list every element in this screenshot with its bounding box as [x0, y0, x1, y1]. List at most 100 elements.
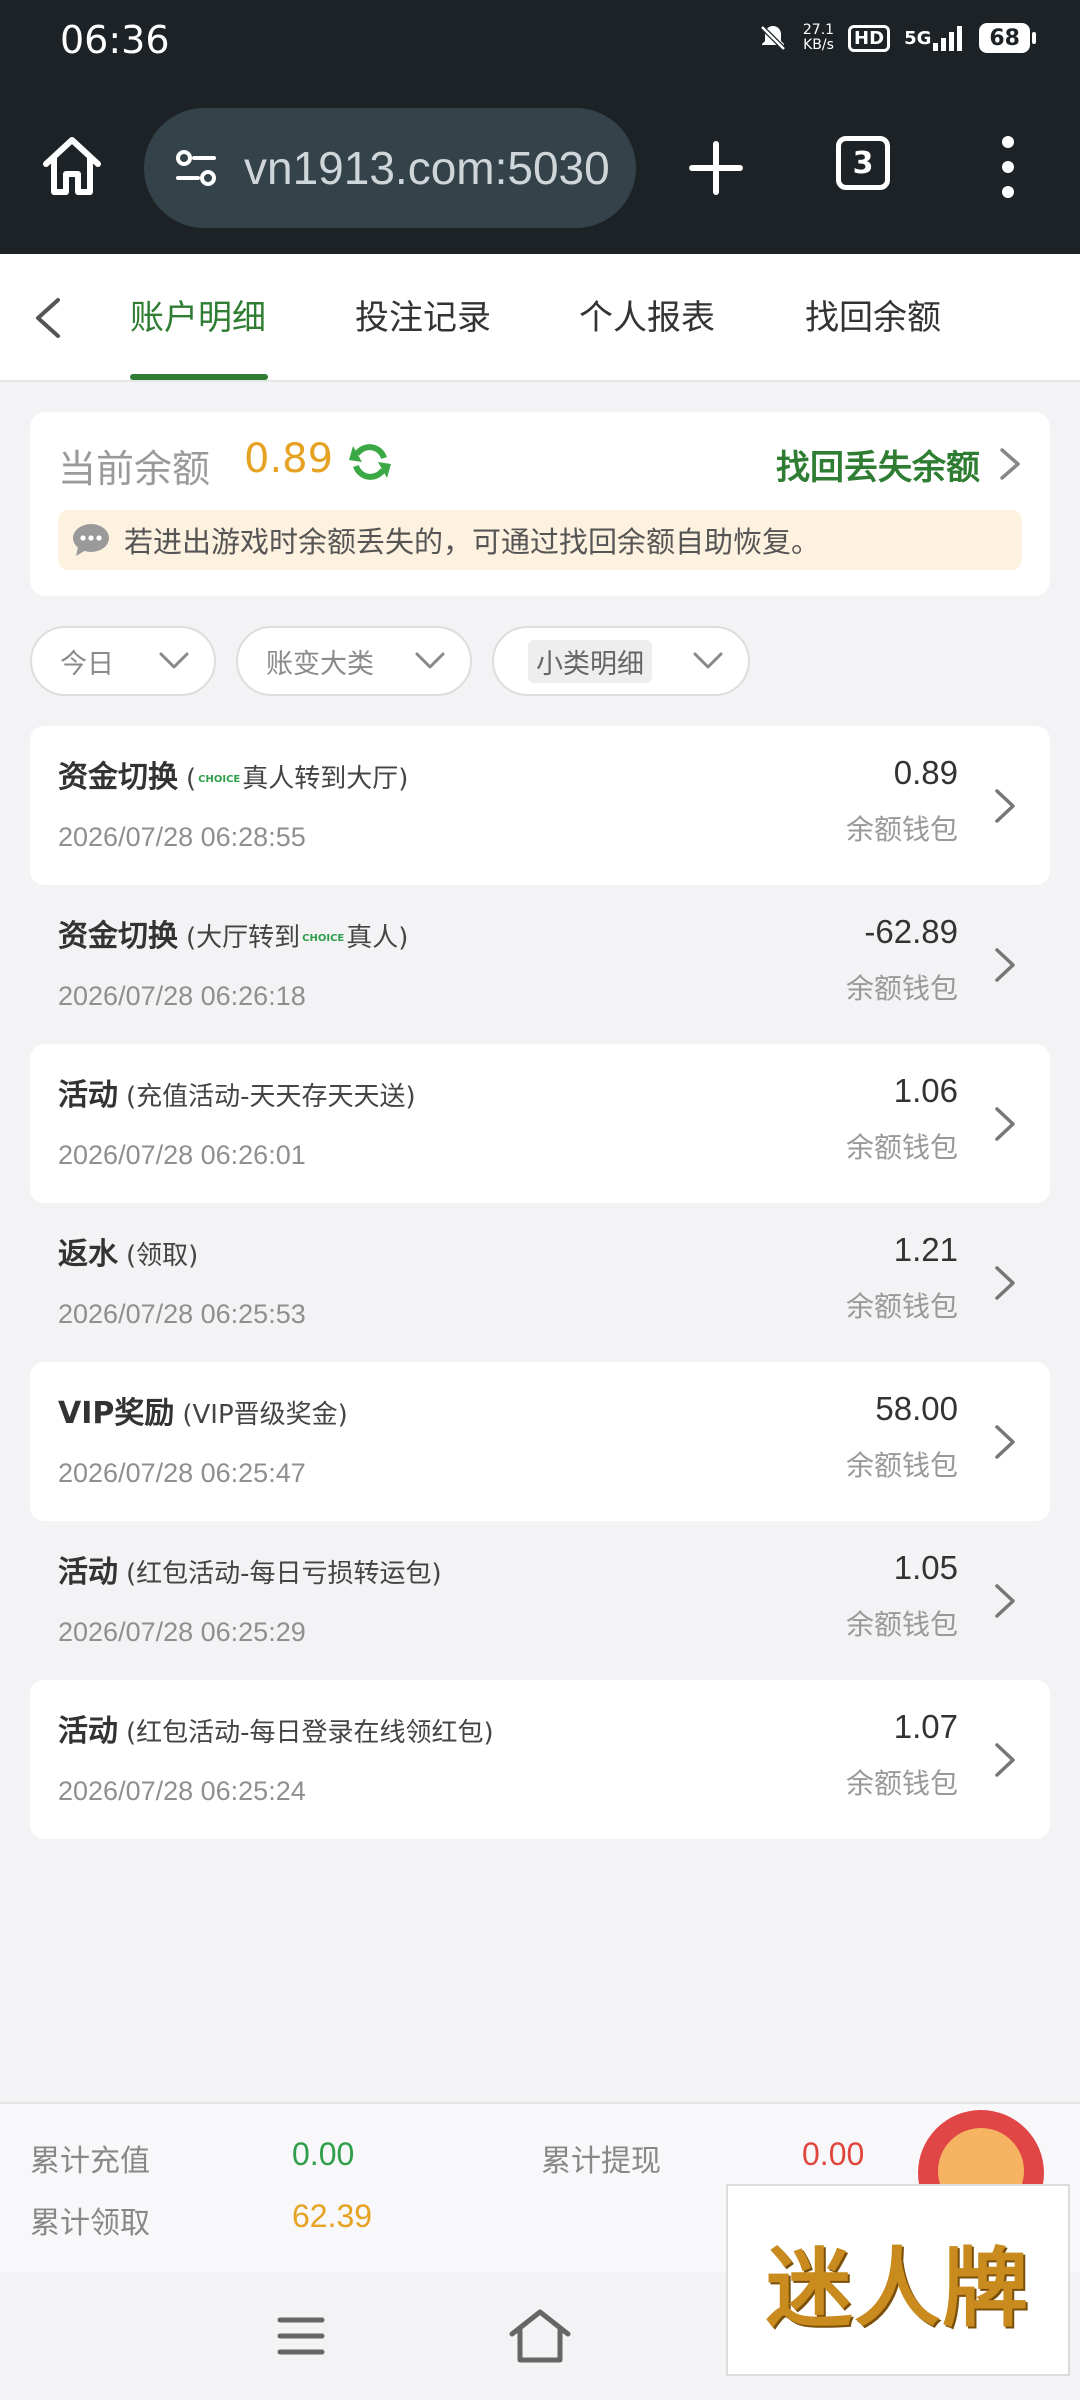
transaction-detail-post: 真人转到大厅) [242, 764, 409, 794]
transaction-detail: (CHOICE真人转到大厅) [186, 764, 408, 794]
filter-subcategory-label: 小类明细 [528, 639, 652, 683]
transaction-detail-post: 真人) [346, 923, 409, 953]
home-icon[interactable] [36, 130, 108, 202]
url-bar[interactable]: vn1913.com:5030 [144, 108, 636, 228]
transaction-time: 2026/07/28 06:25:29 [58, 1617, 306, 1647]
filter-date[interactable]: 今日 [30, 626, 216, 696]
balance-card: 当前余额 0.89 找回丢失余额 若进出游戏时余额丢失的，可通过找回余额自助恢复… [30, 412, 1050, 596]
recharge-value: 0.00 [292, 2136, 355, 2172]
transaction-detail: (充值活动-天天存天天送) [126, 1082, 416, 1112]
transaction-row[interactable]: VIP奖励 (VIP晋级奖金) 2026/07/28 06:25:47 58.00… [30, 1362, 1050, 1521]
recover-notice: 若进出游戏时余额丢失的，可通过找回余额自助恢复。 [58, 510, 1022, 570]
transaction-wallet: 余额钱包 [845, 1131, 958, 1164]
transaction-amount: 58.00 [875, 1390, 958, 1427]
transaction-detail: (红包活动-每日亏损转运包) [126, 1559, 442, 1589]
page-tabs: 账户明细 投注记录 个人报表 找回余额 [0, 254, 1080, 382]
transaction-amount: 1.05 [893, 1549, 958, 1586]
transaction-title: 活动 (红包活动-每日登录在线领红包) [58, 1706, 494, 1750]
status-time: 06:36 [60, 18, 170, 62]
transaction-detail: (VIP晋级奖金) [182, 1400, 348, 1430]
transaction-time: 2026/07/28 06:25:24 [58, 1776, 306, 1806]
net-speed: 27.1 KB/s [802, 22, 835, 53]
plus-icon[interactable] [686, 138, 746, 198]
bell-off-icon [760, 25, 786, 51]
transaction-amount: 0.89 [893, 754, 958, 791]
transaction-wallet: 余额钱包 [845, 1608, 958, 1641]
chat-bubble-icon [73, 524, 109, 556]
transaction-row[interactable]: 活动 (红包活动-每日亏损转运包) 2026/07/28 06:25:29 1.0… [30, 1521, 1050, 1680]
transaction-detail-pre: (大厅转到 [186, 923, 301, 953]
status-icons: 27.1 KB/s HD 5G 68 [757, 22, 1036, 54]
network-type: 5G [904, 27, 932, 49]
transaction-row[interactable]: 活动 (红包活动-每日登录在线领红包) 2026/07/28 06:25:24 1… [30, 1680, 1050, 1839]
url-text[interactable]: vn1913.com:5030 [244, 141, 610, 195]
transaction-row[interactable]: 资金切换 (CHOICE真人转到大厅) 2026/07/28 06:28:55 0… [30, 726, 1050, 885]
tabs-icon[interactable]: 3 [836, 136, 890, 190]
transaction-amount: 1.07 [893, 1708, 958, 1745]
balance-value: 0.89 [244, 436, 334, 482]
tab-account-details[interactable]: 账户明细 [130, 290, 266, 339]
withdraw-label: 累计提现 [541, 2144, 661, 2179]
transaction-amount: 1.21 [893, 1231, 958, 1268]
chevron-right-icon[interactable] [992, 786, 1018, 826]
transaction-wallet: 余额钱包 [845, 1290, 958, 1323]
transaction-time: 2026/07/28 06:26:01 [58, 1140, 306, 1170]
transaction-title: VIP奖励 (VIP晋级奖金) [58, 1388, 348, 1432]
home-icon[interactable] [508, 2308, 572, 2364]
transaction-detail: (领取) [126, 1241, 199, 1271]
transaction-type: 活动 [58, 1555, 118, 1590]
more-vert-icon[interactable] [990, 132, 1026, 202]
transaction-title: 资金切换 (大厅转到 CHOICE真人) [58, 911, 408, 955]
transaction-type: 活动 [58, 1714, 118, 1749]
chevron-right-icon[interactable] [992, 1104, 1018, 1144]
transaction-wallet: 余额钱包 [845, 972, 958, 1005]
hd-icon: HD [848, 24, 891, 52]
chevron-right-icon[interactable] [998, 446, 1022, 482]
balance-label: 当前余额 [58, 447, 211, 491]
transaction-wallet: 余额钱包 [845, 1767, 958, 1800]
transaction-type: 资金切换 [58, 919, 178, 954]
tab-personal-report[interactable]: 个人报表 [579, 290, 715, 339]
transaction-row[interactable]: 返水 (领取) 2026/07/28 06:25:53 1.21 余额钱包 [30, 1203, 1050, 1362]
transaction-detail: (红包活动-每日登录在线领红包) [126, 1718, 494, 1748]
chevron-right-icon[interactable] [992, 1581, 1018, 1621]
chevron-right-icon[interactable] [992, 1263, 1018, 1303]
withdraw-value: 0.00 [802, 2136, 865, 2172]
menu-icon[interactable] [276, 2314, 326, 2358]
recover-lost-balance-link[interactable]: 找回丢失余额 [776, 440, 980, 489]
signal-icon: 5G [904, 25, 965, 51]
battery-icon: 68 [979, 23, 1036, 53]
chevron-down-icon [415, 652, 445, 669]
watermark-text: 迷人牌 [766, 2237, 1030, 2339]
active-tab-indicator [130, 374, 268, 380]
chevron-right-icon[interactable] [992, 1740, 1018, 1780]
tab-bet-records[interactable]: 投注记录 [355, 290, 491, 339]
status-bar: 06:36 27.1 KB/s HD 5G 68 [0, 0, 1080, 84]
chevron-right-icon[interactable] [992, 945, 1018, 985]
transaction-detail: (大厅转到 CHOICE真人) [186, 923, 408, 953]
transaction-row[interactable]: 资金切换 (大厅转到 CHOICE真人) 2026/07/28 06:26:18 -… [30, 885, 1050, 1044]
filter-subcategory[interactable]: 小类明细 [492, 626, 750, 696]
signal-bars-icon [933, 26, 963, 51]
transaction-title: 资金切换 (CHOICE真人转到大厅) [58, 752, 408, 796]
transaction-type: 活动 [58, 1078, 118, 1113]
transaction-time: 2026/07/28 06:26:18 [58, 981, 306, 1011]
chevron-down-icon [693, 652, 723, 669]
transaction-row[interactable]: 活动 (充值活动-天天存天天送) 2026/07/28 06:26:01 1.06… [30, 1044, 1050, 1203]
claimed-label: 累计领取 [30, 2206, 150, 2241]
filter-category[interactable]: 账变大类 [236, 626, 472, 696]
recharge-label: 累计充值 [30, 2144, 150, 2179]
transaction-title: 活动 (充值活动-天天存天天送) [58, 1070, 416, 1114]
watermark: 迷人牌 [726, 2184, 1070, 2376]
back-icon[interactable] [26, 292, 70, 344]
refresh-icon[interactable] [348, 440, 392, 484]
transaction-time: 2026/07/28 06:25:47 [58, 1458, 306, 1488]
transaction-amount: -62.89 [864, 913, 958, 950]
tune-icon[interactable] [168, 140, 224, 196]
chevron-right-icon[interactable] [992, 1422, 1018, 1462]
tab-recover-balance[interactable]: 找回余额 [805, 290, 941, 339]
transaction-title: 活动 (红包活动-每日亏损转运包) [58, 1547, 442, 1591]
transaction-wallet: 余额钱包 [845, 813, 958, 846]
transaction-time: 2026/07/28 06:28:55 [58, 822, 306, 852]
transaction-time: 2026/07/28 06:25:53 [58, 1299, 306, 1329]
